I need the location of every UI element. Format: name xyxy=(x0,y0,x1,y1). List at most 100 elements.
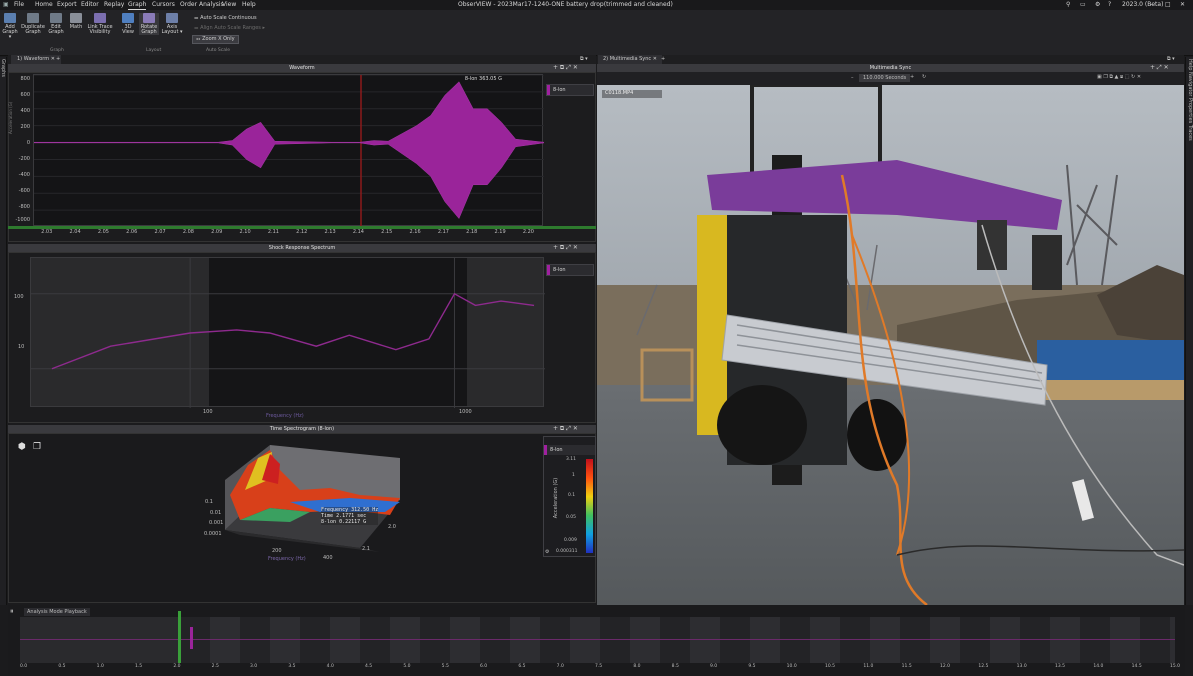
waveform-title-bar: Waveform xyxy=(8,64,596,72)
timeline-thumbnails xyxy=(180,617,1175,663)
menu-graph[interactable]: Graph xyxy=(128,1,147,10)
playhead[interactable] xyxy=(178,611,181,663)
tab-multimedia-label: 2) Multimedia Sync xyxy=(603,56,652,62)
timeline-tick: 10.0 xyxy=(786,664,797,669)
menu-home[interactable]: Home xyxy=(35,1,53,9)
reset-icon[interactable]: ↻ xyxy=(922,74,926,80)
y-tick: -1000 xyxy=(15,217,30,223)
srs-y-tick: 10 xyxy=(18,344,25,350)
timeline-track[interactable] xyxy=(20,611,1175,663)
math-button[interactable]: Math xyxy=(67,13,85,30)
left-tab-bar: 1) Waveform ✕ + ⧉ ▾ xyxy=(8,55,596,64)
x-tick: 2.20 xyxy=(522,229,534,235)
time-field[interactable]: 110.000 Seconds xyxy=(859,74,911,82)
align-auto-scale-label: Align Auto Scale Ranges xyxy=(200,25,261,31)
timeline-axis: 0.0 0.5 1.0 1.5 2.0 2.5 3.0 3.5 4.0 4.5 5.0 5.5 6.0 6… xyxy=(20,664,1180,674)
duplicate-graph-icon xyxy=(27,13,39,23)
minimize-button[interactable]: – xyxy=(1150,1,1153,9)
legend-item-8-lon[interactable]: 8-lon xyxy=(547,85,593,95)
maximize-button[interactable]: □ xyxy=(1165,1,1171,9)
video-frame[interactable]: C0118.MP4 xyxy=(597,85,1184,605)
close-button[interactable]: ✕ xyxy=(1180,1,1185,9)
timeline-tick: 7.5 xyxy=(595,664,603,669)
add-graph-button[interactable]: Add Graph ▾ xyxy=(1,13,19,40)
help-icon[interactable]: ? xyxy=(1108,1,1111,9)
waveform-plot-area[interactable]: 8-lon 363.05 G xyxy=(33,74,544,227)
waveform-svg xyxy=(34,75,544,227)
x-tick: 2.12 xyxy=(296,229,308,235)
graphs-sidebar[interactable]: Graphs xyxy=(0,57,7,605)
menu-export[interactable]: Export xyxy=(57,1,77,9)
timeline-tick: 4.5 xyxy=(365,664,373,669)
zoom-out-button[interactable]: – xyxy=(851,75,854,81)
float-icon[interactable]: ⧉ ▾ xyxy=(580,55,588,64)
waveform-y-axis: 800 600 400 200 0 -200 -400 -600 -800 -1… xyxy=(8,74,32,226)
menu-order-analysis[interactable]: Order Analysis xyxy=(180,1,224,9)
video-tool-icons[interactable]: ▣ ❐ ⧉ ▲ ⧈ ⬚ ↻ ✕ xyxy=(1097,74,1141,80)
spectrogram-3d-plot[interactable] xyxy=(200,440,410,570)
float-icon[interactable]: ⧉ ▾ xyxy=(1167,55,1175,64)
tab-waveform[interactable]: 1) Waveform ✕ xyxy=(11,55,61,64)
axis-layout-button[interactable]: Axis Layout ▾ xyxy=(161,13,183,35)
waveform-x-axis: 2.03 2.04 2.05 2.06 2.07 2.08 2.09 2.10 2.11 2.12… xyxy=(33,229,543,237)
tab-multimedia-sync[interactable]: 2) Multimedia Sync ✕ xyxy=(598,55,662,64)
timeline-tick: 14.0 xyxy=(1093,664,1104,669)
axis-layout-label: Axis Layout ▾ xyxy=(161,24,183,35)
duplicate-graph-button[interactable]: Duplicate Graph xyxy=(20,13,46,35)
rotate-graph-button[interactable]: Rotate Graph xyxy=(139,13,159,35)
srs-plot-area[interactable] xyxy=(30,257,545,408)
waveform-legend: 8-lon xyxy=(546,84,594,96)
align-auto-scale-toggle[interactable]: ⚌ Align Auto Scale Ranges ▸ xyxy=(194,25,265,32)
timeline-tick: 11.5 xyxy=(901,664,912,669)
readout-key: 8-lon xyxy=(321,519,337,525)
cube-icon[interactable]: ⬢ xyxy=(18,442,26,452)
x-tick: 2.11 xyxy=(267,229,279,235)
add-tab-icon[interactable]: + xyxy=(56,55,60,64)
auto-scale-continuous-toggle[interactable]: ⚌ Auto Scale Continuous xyxy=(194,15,257,22)
y-tick: 0 xyxy=(26,140,30,146)
z-tick: 0.01 xyxy=(210,510,222,516)
add-graph-icon xyxy=(4,13,16,23)
right-sidebar[interactable]: Help Navigator Properties Traces xyxy=(1185,57,1193,605)
menu-view[interactable]: View xyxy=(222,1,236,9)
timeline-tick: 7.0 xyxy=(556,664,564,669)
legend-item-8-lon[interactable]: 8-lon xyxy=(544,445,595,455)
cube-icon xyxy=(122,13,134,23)
menu-editor[interactable]: Editor xyxy=(81,1,99,9)
share-icon[interactable]: ⚲ xyxy=(1066,1,1070,9)
add-tab-icon[interactable]: + xyxy=(661,55,665,64)
gear-icon[interactable]: ⚙ xyxy=(545,549,549,555)
y-tick: 600 xyxy=(20,92,30,98)
version-label: 2023.0 (Beta) xyxy=(1122,1,1164,8)
waveform-window-buttons[interactable]: + ⧉ ⤢ ✕ xyxy=(553,64,578,72)
legend-item-8-lon[interactable]: 8-lon xyxy=(547,265,593,275)
gear-icon[interactable]: ⚙ xyxy=(1095,1,1100,9)
video-scene xyxy=(597,85,1184,605)
x-tick: 2.06 xyxy=(126,229,138,235)
link-trace-visibility-button[interactable]: Link Trace Visibility xyxy=(86,13,114,35)
timeline-tick: 12.0 xyxy=(940,664,951,669)
menu-replay[interactable]: Replay xyxy=(104,1,124,9)
menu-cursors[interactable]: Cursors xyxy=(152,1,175,9)
copy-icon[interactable]: ❐ xyxy=(33,442,41,452)
zoom-in-button[interactable]: + xyxy=(910,74,914,80)
display-icon[interactable]: ▭ xyxy=(1080,1,1086,9)
timeline-tick: 10.5 xyxy=(825,664,836,669)
timeline-tick: 8.5 xyxy=(671,664,679,669)
x-tick: 2.08 xyxy=(182,229,194,235)
math-label: Math xyxy=(69,24,83,30)
3d-view-button[interactable]: 3D View xyxy=(119,13,137,35)
edit-graph-button[interactable]: Edit Graph xyxy=(47,13,65,35)
x-tick: 2.16 xyxy=(409,229,421,235)
colorbar-tick: 0.000311 xyxy=(556,549,578,554)
playback-icon[interactable]: ⏸ xyxy=(10,607,14,616)
menu-help[interactable]: Help xyxy=(242,1,256,9)
app-icon[interactable]: ▣ xyxy=(3,1,9,9)
multimedia-window-buttons[interactable]: + ⤢ ✕ xyxy=(1150,64,1169,72)
spectro-t-tick: 2.1 xyxy=(362,546,370,552)
srs-window-buttons[interactable]: + ⧉ ⤢ ✕ xyxy=(553,244,578,252)
spectrogram-window-buttons[interactable]: + ⧉ ⤢ ✕ xyxy=(553,425,578,433)
link-trace-label: Link Trace Visibility xyxy=(87,24,113,35)
menu-file[interactable]: File xyxy=(14,1,24,9)
zoom-x-only-toggle[interactable]: ⚏ Zoom X Only xyxy=(192,35,239,44)
